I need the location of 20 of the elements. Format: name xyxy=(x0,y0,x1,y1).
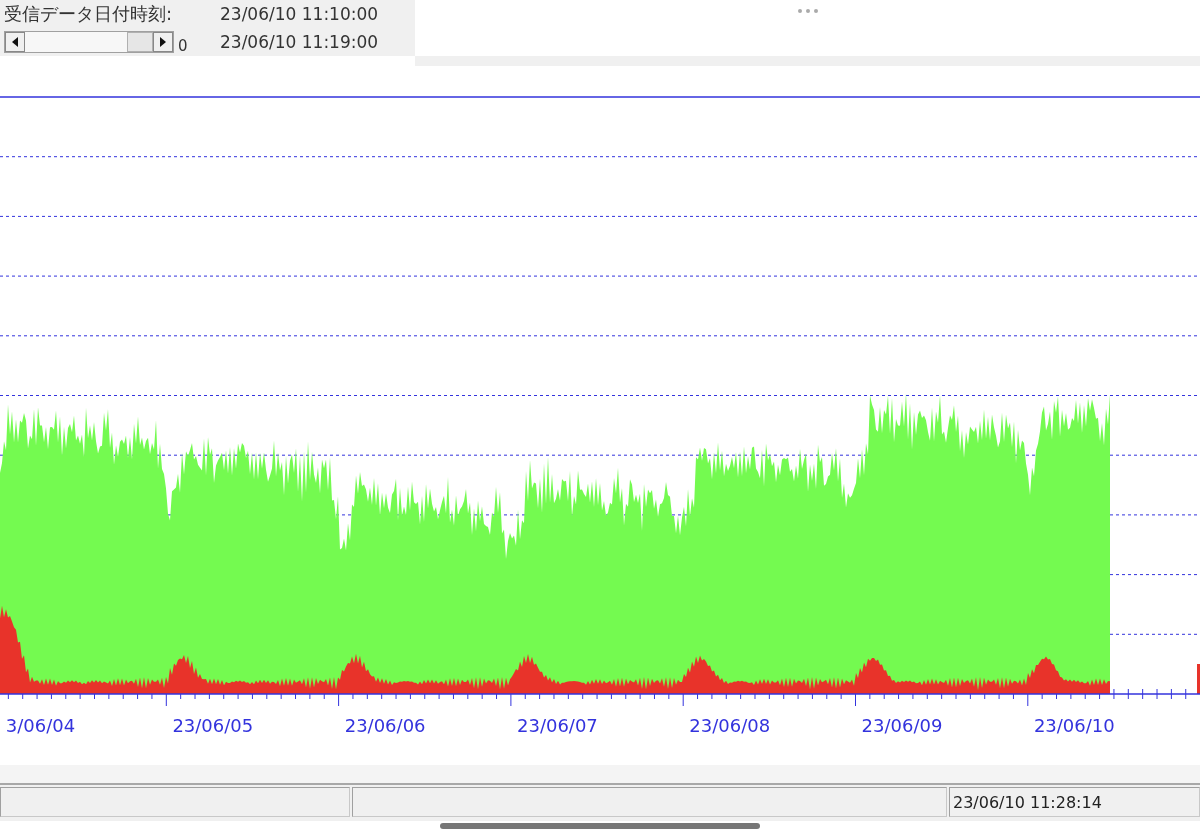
start-time: 23/06/10 11:10:00 xyxy=(220,4,379,24)
horizontal-scrollbar[interactable] xyxy=(4,31,174,53)
axis-label: 23/06/07 xyxy=(517,715,598,736)
end-time: 23/06/10 11:19:00 xyxy=(220,32,379,52)
axis-label: 23/06/08 xyxy=(689,715,771,736)
right-triangle-icon xyxy=(159,37,167,47)
axis-label: 23/06/10 xyxy=(1033,715,1115,736)
more-dots-icon[interactable] xyxy=(796,8,819,14)
scroll-left-button[interactable] xyxy=(5,32,25,52)
scroll-right-button[interactable] xyxy=(153,32,173,52)
axis-label: 23/06/09 xyxy=(861,715,943,736)
axis-label: 23/06/06 xyxy=(344,715,426,736)
scroll-value: 0 xyxy=(177,37,189,55)
left-triangle-icon xyxy=(11,37,19,47)
error-area xyxy=(1197,664,1200,694)
axis-label: 23/06/05 xyxy=(172,715,254,736)
field-label: 受信データ日付時刻: xyxy=(4,2,174,26)
status-time: 23/06/10 11:28:14 xyxy=(949,787,1200,817)
axis-label: 3/06/04 xyxy=(5,715,76,736)
scroll-thumb[interactable] xyxy=(127,32,153,52)
